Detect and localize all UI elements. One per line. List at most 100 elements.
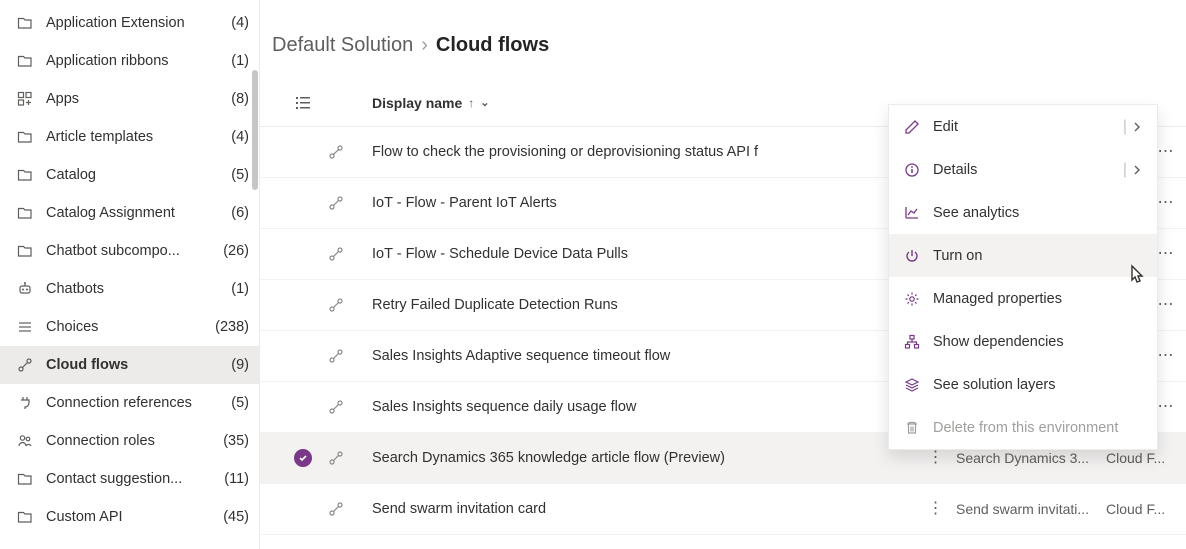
nav-count: (1) <box>231 281 249 297</box>
breadcrumb-current: Cloud flows <box>436 34 549 57</box>
horizontal-dots-icon: ⋯ <box>1158 250 1175 258</box>
nav-count: (1) <box>231 53 249 69</box>
flow-icon <box>328 195 372 211</box>
chevron-right-icon <box>1131 164 1143 176</box>
menu-item-edit[interactable]: Edit | <box>889 105 1157 148</box>
folder-icon <box>16 242 34 260</box>
list-icon <box>16 318 34 336</box>
nav-label: Cloud flows <box>46 357 215 373</box>
row-type-col: Cloud F... <box>1106 450 1186 466</box>
edit-icon <box>903 118 921 136</box>
sidebar-item-catalog-assignment[interactable]: Catalog Assignment(6) <box>0 194 259 232</box>
menu-item-details[interactable]: Details | <box>889 148 1157 191</box>
menu-label: Details <box>933 162 1111 178</box>
flow-icon <box>328 501 372 517</box>
menu-item-see-solution-layers[interactable]: See solution layers <box>889 363 1157 406</box>
chevron-right-icon: › <box>421 34 428 57</box>
nav-label: Application ribbons <box>46 53 215 69</box>
nav-count: (35) <box>223 433 249 449</box>
sidebar-item-cloud-flows[interactable]: Cloud flows (9) <box>0 346 259 384</box>
folder-icon <box>16 508 34 526</box>
scrollbar-thumb[interactable] <box>252 70 258 190</box>
sort-ascending-icon: ↑ <box>468 96 474 110</box>
row-type-col: Cloud F... <box>1106 501 1186 517</box>
folder-icon <box>16 204 34 222</box>
sidebar-item-custom-api[interactable]: Custom API(45) <box>0 498 259 536</box>
nav-label: Chatbot subcompo... <box>46 243 207 259</box>
folder-icon <box>16 470 34 488</box>
vertical-dots-icon: ⋮ <box>928 505 945 513</box>
select-all-column[interactable] <box>278 95 328 111</box>
menu-label: Turn on <box>933 248 1143 264</box>
power-icon <box>903 247 921 265</box>
nav-count: (26) <box>223 243 249 259</box>
folder-icon <box>16 166 34 184</box>
nav-label: Custom API <box>46 509 207 525</box>
menu-item-turn-on[interactable]: Turn on <box>889 234 1157 277</box>
row-name-col: Send swarm invitati... <box>956 501 1106 517</box>
breadcrumb-root[interactable]: Default Solution <box>272 34 413 57</box>
horizontal-dots-icon: ⋯ <box>1158 199 1175 207</box>
layers-icon <box>903 376 921 394</box>
sidebar: Application Extension(4)Application ribb… <box>0 0 260 549</box>
horizontal-dots-icon: ⋯ <box>1158 352 1175 360</box>
horizontal-dots-icon: ⋯ <box>1158 148 1175 156</box>
plug-icon <box>16 394 34 412</box>
sidebar-item-chatbots[interactable]: Chatbots (1) <box>0 270 259 308</box>
row-checkbox[interactable] <box>278 449 328 467</box>
sidebar-item-catalog[interactable]: Catalog(5) <box>0 156 259 194</box>
menu-label: Edit <box>933 119 1111 135</box>
sidebar-item-application-extension[interactable]: Application Extension(4) <box>0 4 259 42</box>
context-menu: Edit | Details | See analytics Turn on Managed… <box>888 104 1158 450</box>
submenu-indicator: | <box>1123 118 1143 136</box>
nav-count: (6) <box>231 205 249 221</box>
nav-label: Apps <box>46 91 215 107</box>
delete-icon <box>903 419 921 437</box>
nav-label: Chatbots <box>46 281 215 297</box>
sidebar-item-chatbot-subcompo-[interactable]: Chatbot subcompo... (26) <box>0 232 259 270</box>
menu-item-managed-properties[interactable]: Managed properties <box>889 277 1157 320</box>
nav-count: (4) <box>231 15 249 31</box>
menu-label: Managed properties <box>933 291 1143 307</box>
nav-label: Article templates <box>46 129 215 145</box>
flow-icon <box>328 348 372 364</box>
sidebar-item-apps[interactable]: Apps(8) <box>0 80 259 118</box>
nav-label: Connection references <box>46 395 215 411</box>
folder-icon <box>16 128 34 146</box>
select-list-icon <box>295 95 311 111</box>
menu-item-see-analytics[interactable]: See analytics <box>889 191 1157 234</box>
sidebar-item-choices[interactable]: Choices(238) <box>0 308 259 346</box>
flow-icon <box>328 144 372 160</box>
more-actions-button[interactable]: ⋮ <box>916 454 956 462</box>
sidebar-item-connection-references[interactable]: Connection references(5) <box>0 384 259 422</box>
nav-count: (9) <box>231 357 249 373</box>
bot-icon <box>16 280 34 298</box>
sidebar-item-contact-suggestion-[interactable]: Contact suggestion... (11) <box>0 460 259 498</box>
deps-icon <box>903 333 921 351</box>
row-display-name[interactable]: Search Dynamics 365 knowledge article fl… <box>372 450 916 466</box>
menu-item-delete-from-this-environment: Delete from this environment <box>889 406 1157 449</box>
nav-count: (11) <box>224 471 249 487</box>
checkmark-icon[interactable] <box>294 449 312 467</box>
menu-item-show-dependencies[interactable]: Show dependencies <box>889 320 1157 363</box>
breadcrumb: Default Solution › Cloud flows <box>260 0 1186 79</box>
horizontal-dots-icon: ⋯ <box>1158 301 1175 309</box>
table-row[interactable]: Send swarm invitation card ⋮ Send swarm in… <box>260 484 1186 535</box>
sidebar-item-application-ribbons[interactable]: Application ribbons (1) <box>0 42 259 80</box>
sidebar-item-connection-roles[interactable]: Connection roles (35) <box>0 422 259 460</box>
nav-label: Contact suggestion... <box>46 471 208 487</box>
nav-label: Connection roles <box>46 433 207 449</box>
vertical-dots-icon: ⋮ <box>928 454 945 462</box>
submenu-indicator: | <box>1123 161 1143 179</box>
sidebar-item-article-templates[interactable]: Article templates (4) <box>0 118 259 156</box>
more-actions-button[interactable]: ⋮ <box>916 505 956 513</box>
nav-label: Choices <box>46 319 199 335</box>
flow-icon <box>328 450 372 466</box>
info-icon <box>903 161 921 179</box>
nav-label: Catalog <box>46 167 215 183</box>
nav-count: (4) <box>231 129 249 145</box>
row-name-col: Search Dynamics 3... <box>956 450 1106 466</box>
folder-icon <box>16 52 34 70</box>
row-display-name[interactable]: Send swarm invitation card <box>372 501 916 517</box>
flow-icon <box>328 297 372 313</box>
